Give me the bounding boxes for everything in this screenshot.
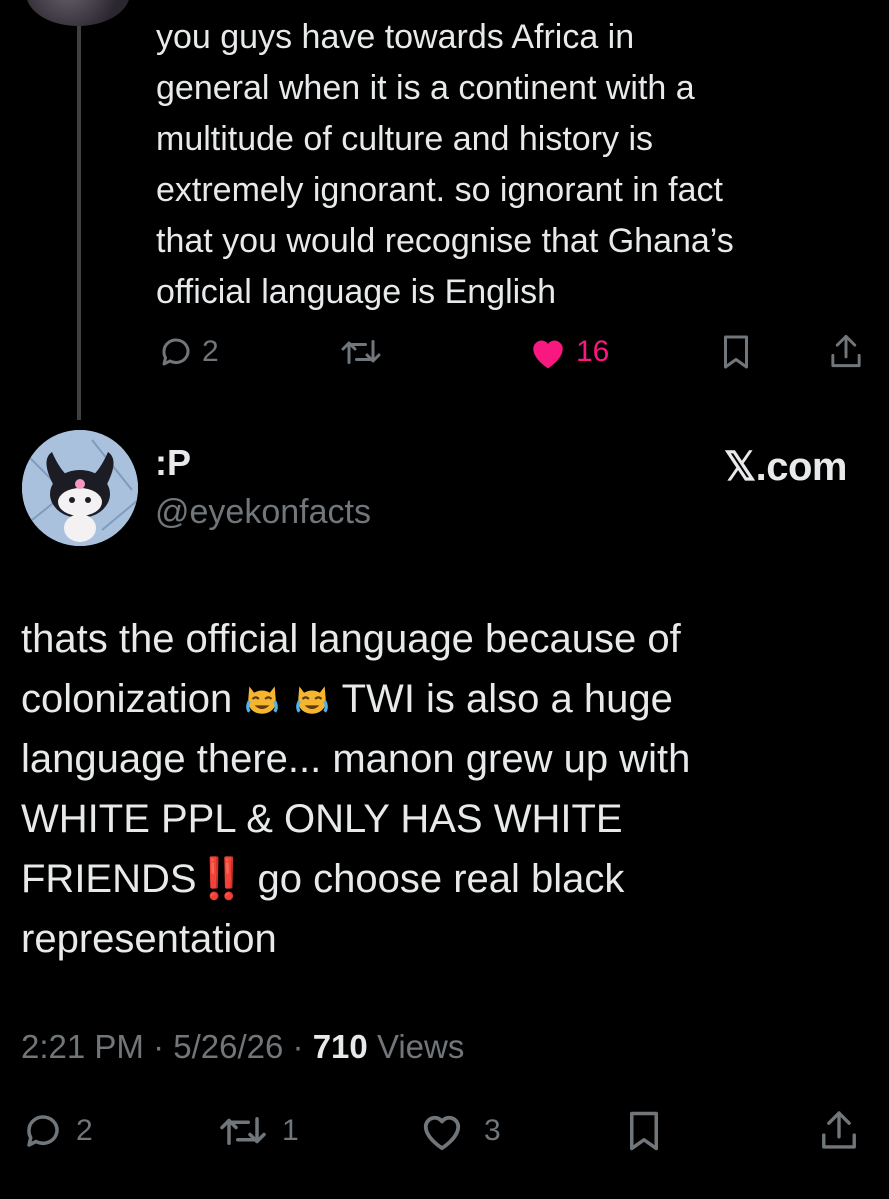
like-icon xyxy=(533,340,563,369)
author-handle[interactable]: @eyekonfacts xyxy=(155,493,371,532)
parent-avatar[interactable] xyxy=(26,0,130,26)
share-icon xyxy=(831,334,861,368)
tweet-text-segment: colonization xyxy=(21,677,233,721)
reply-icon xyxy=(27,1115,59,1147)
parent-tweet-text: you guys have towards Africa in general … xyxy=(156,12,876,318)
tweet-line: thats the official language because of xyxy=(21,617,681,661)
avatar-image xyxy=(22,430,138,546)
parent-line: official language is English xyxy=(156,273,557,311)
crying-laughing-cat-emoji xyxy=(295,686,328,714)
author-avatar[interactable] xyxy=(22,430,138,546)
double-exclamation-emoji: ‼️ xyxy=(196,857,247,901)
repost-count: 1 xyxy=(282,1114,299,1147)
parent-line: general when it is a continent with a xyxy=(156,69,695,107)
reply-button[interactable]: 2 xyxy=(22,1110,93,1152)
like-count: 3 xyxy=(484,1114,501,1147)
tweet-line: WHITE PPL & ONLY HAS WHITE xyxy=(21,797,623,841)
parent-line: you guys have towards Africa in xyxy=(156,18,635,56)
tweet-text-segment: TWI is also a huge xyxy=(341,677,673,721)
bookmark-button[interactable] xyxy=(625,1110,663,1152)
parent-repost-button[interactable] xyxy=(340,334,382,370)
separator: · xyxy=(153,1028,174,1065)
parent-line: multitude of culture and history is xyxy=(156,120,654,158)
bookmark-icon xyxy=(724,335,748,369)
reply-count: 2 xyxy=(76,1114,93,1147)
tweet-line: colonization TWI is also a huge xyxy=(21,669,871,729)
tweet-line: language there... manon grew up with xyxy=(21,737,691,781)
views-count: 710 xyxy=(312,1028,368,1065)
repost-button[interactable]: 1 xyxy=(218,1110,299,1152)
parent-line: extremely ignorant. so ignorant in fact xyxy=(156,171,723,209)
x-com-watermark: 𝕏.com xyxy=(723,445,848,489)
parent-share-button[interactable] xyxy=(828,332,864,370)
reply-tweet-text: thats the official language because of c… xyxy=(21,609,871,969)
reply-icon xyxy=(162,338,190,366)
parent-like-count: 16 xyxy=(576,335,610,368)
share-icon xyxy=(822,1111,856,1149)
repost-icon xyxy=(220,1117,266,1145)
share-button[interactable] xyxy=(818,1108,860,1152)
parent-reply-button[interactable]: 2 xyxy=(158,334,219,370)
thread-connector xyxy=(77,0,81,420)
bookmark-icon xyxy=(630,1111,658,1151)
parent-bookmark-button[interactable] xyxy=(720,334,752,370)
views-label: Views xyxy=(376,1028,465,1065)
parent-reply-count: 2 xyxy=(202,335,219,368)
tweet-text-segment: go choose real black xyxy=(257,857,625,901)
crying-laughing-cat-emoji xyxy=(246,686,279,714)
tweet-text-segment: FRIENDS xyxy=(21,857,197,901)
like-button[interactable]: 3 xyxy=(418,1110,501,1152)
tweet-line: FRIENDS‼️ go choose real black xyxy=(21,849,871,909)
author-display-name[interactable]: :P xyxy=(155,442,191,484)
parent-line: that you would recognise that Ghana’s xyxy=(156,222,734,260)
separator: · xyxy=(292,1028,313,1065)
tweet-line: representation xyxy=(21,917,277,961)
parent-like-button[interactable]: 16 xyxy=(528,334,609,370)
tweet-date[interactable]: 5/26/26 xyxy=(173,1028,283,1065)
tweet-time[interactable]: 2:21 PM xyxy=(21,1028,144,1065)
like-icon xyxy=(423,1115,461,1151)
tweet-meta: 2:21 PM · 5/26/26 · 710 Views xyxy=(21,1028,464,1066)
repost-icon xyxy=(341,340,381,364)
